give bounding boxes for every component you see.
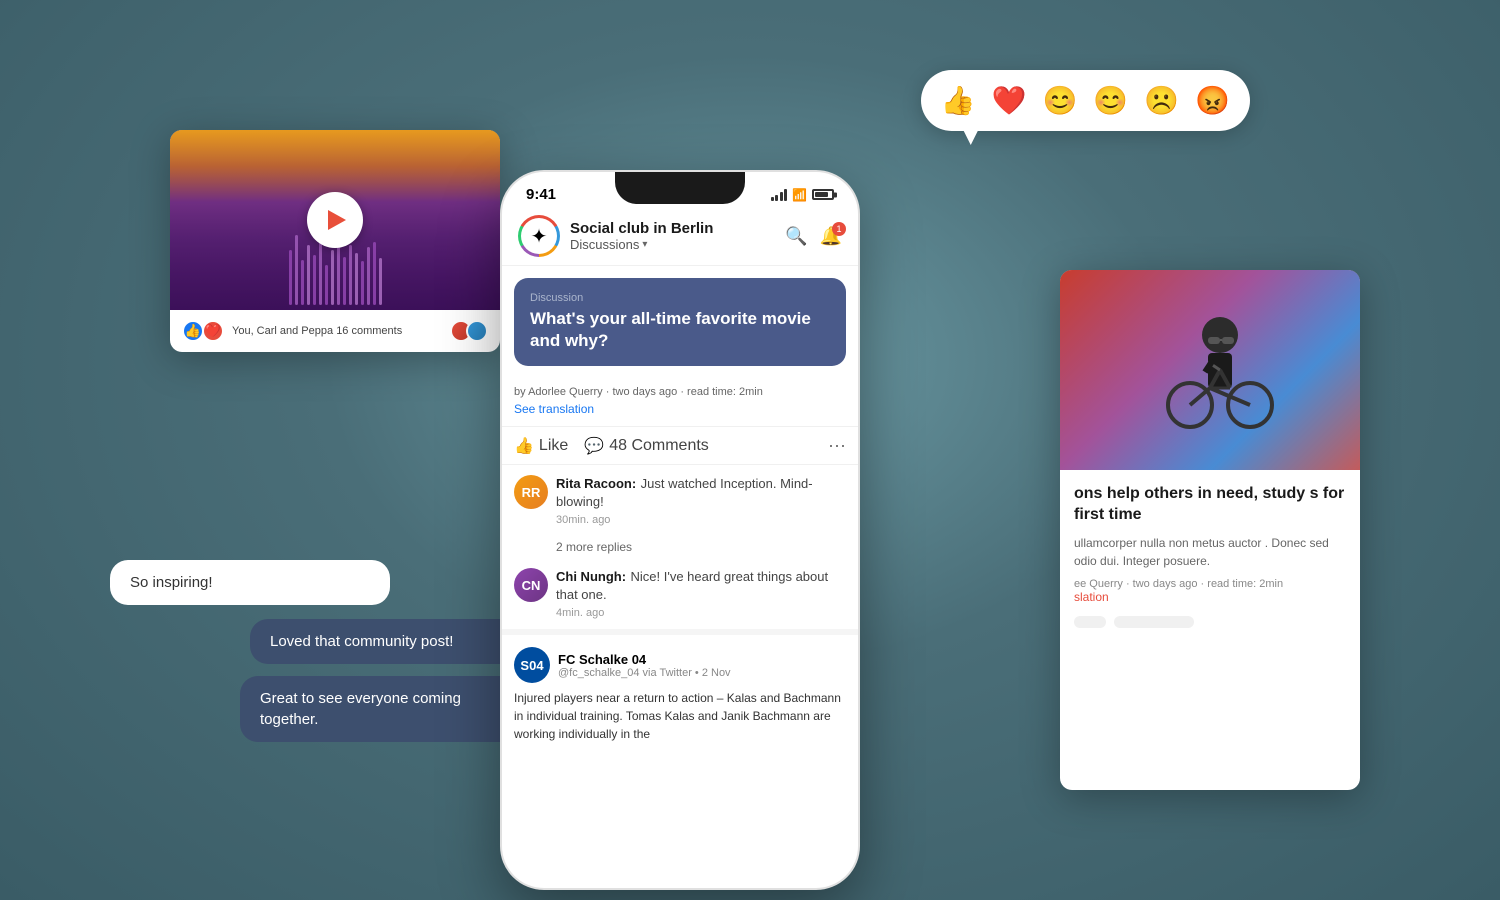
article-meta: ee Querry · two days ago · read time: 2m… — [1074, 578, 1346, 590]
more-options-button[interactable]: ··· — [828, 435, 846, 456]
comment-icon: 💬 — [584, 436, 604, 456]
thumbs-up-icon: 👍 — [182, 320, 204, 342]
twitter-post-header: S04 FC Schalke 04 @fc_schalke_04 via Twi… — [514, 647, 846, 683]
bubble-inspiring: So inspiring! — [110, 560, 390, 605]
article-title: ons help others in need, study s for fir… — [1074, 484, 1346, 526]
more-replies-link[interactable]: 2 more replies — [502, 536, 858, 558]
phone-device: 9:41 📶 ✦ Soci — [500, 170, 860, 890]
commenter-name-chi: Chi Nungh: — [556, 569, 626, 584]
status-icons: 📶 — [771, 188, 834, 202]
twitter-name: FC Schalke 04 — [558, 652, 731, 667]
discussion-label: Discussion — [530, 292, 830, 304]
wifi-icon: 📶 — [792, 188, 807, 202]
chi-avatar: CN — [514, 568, 548, 602]
article-content: ons help others in need, study s for fir… — [1060, 470, 1360, 642]
phone-content: Discussion What's your all-time favorite… — [502, 266, 858, 862]
chevron-down-icon: ▾ — [642, 239, 647, 250]
read-time: read time: 2min — [687, 386, 763, 398]
twitter-account-info: FC Schalke 04 @fc_schalke_04 via Twitter… — [558, 652, 731, 679]
header-subtitle[interactable]: Discussions ▾ — [570, 237, 785, 252]
footer-text: You, Carl and Peppa — [232, 325, 333, 337]
phone-screen: 9:41 📶 ✦ Soci — [500, 170, 860, 890]
biker-illustration — [1130, 300, 1290, 440]
notification-badge: 1 — [832, 222, 846, 236]
commenter-name-rita: Rita Racoon: — [556, 476, 636, 491]
heart-icon: ❤️ — [202, 320, 224, 342]
twitter-handle: @fc_schalke_04 via Twitter • 2 Nov — [558, 667, 731, 679]
status-time: 9:41 — [526, 186, 556, 203]
post-author: by Adorlee Querry — [514, 386, 603, 398]
discussion-card[interactable]: Discussion What's your all-time favorite… — [514, 278, 846, 366]
comments-button[interactable]: 💬 48 Comments — [584, 436, 709, 456]
twitter-post-text: Injured players near a return to action … — [514, 689, 846, 743]
like-button[interactable]: 👍 Like — [514, 436, 568, 456]
app-header: ✦ Social club in Berlin Discussions ▾ 🔍 … — [502, 207, 858, 266]
signal-icon — [771, 189, 788, 201]
thumbs-up-icon: 👍 — [514, 436, 534, 456]
rita-avatar: RR — [514, 475, 548, 509]
comment-body-chi: Chi Nungh: Nice! I've heard great things… — [556, 568, 846, 619]
post-meta-line: by Adorlee Querry · two days ago · read … — [502, 378, 858, 402]
right-pill-2 — [1114, 616, 1194, 628]
twitter-post: S04 FC Schalke 04 @fc_schalke_04 via Twi… — [502, 629, 858, 755]
notification-bell[interactable]: 🔔 1 — [820, 226, 842, 247]
discussion-title: What's your all-time favorite movie and … — [530, 308, 830, 352]
bubble-great: Great to see everyone coming together. — [240, 676, 520, 742]
group-name: Social club in Berlin — [570, 220, 785, 237]
battery-icon — [812, 189, 834, 200]
right-pill-1 — [1074, 616, 1106, 628]
comment-rita: RR Rita Racoon: Just watched Inception. … — [502, 465, 858, 536]
reaction-counts: 👍 ❤️ — [182, 320, 224, 342]
search-icon[interactable]: 🔍 — [785, 226, 807, 247]
wow-reaction[interactable]: 😊 — [1093, 84, 1128, 117]
bubble-inspiring-text: So inspiring! — [130, 574, 213, 591]
section-label: Discussions — [570, 237, 639, 252]
more-replies-text: 2 more replies — [556, 540, 632, 554]
comments-count: 16 comments — [336, 325, 402, 337]
comment-chi: CN Chi Nungh: Nice! I've heard great thi… — [502, 558, 858, 629]
play-button[interactable] — [307, 192, 363, 248]
right-article-card: ons help others in need, study s for fir… — [1060, 270, 1360, 790]
bubble-great-text: Great to see everyone coming together. — [260, 690, 461, 728]
chat-bubbles-area: So inspiring! Loved that community post!… — [110, 560, 520, 754]
video-thumbnail[interactable] — [170, 130, 500, 310]
post-time: two days ago — [612, 386, 677, 398]
sad-reaction[interactable]: ☹️ — [1144, 84, 1179, 117]
phone-notch — [615, 172, 745, 204]
right-action-bar — [1074, 616, 1346, 628]
video-post-card: 👍 ❤️ You, Carl and Peppa 16 comments — [170, 130, 500, 352]
comment-time-rita: 30min. ago — [556, 514, 846, 526]
like-label: Like — [539, 437, 568, 455]
commenter-avatar-2 — [466, 320, 488, 342]
comment-time-chi: 4min. ago — [556, 607, 846, 619]
group-avatar[interactable]: ✦ — [518, 215, 560, 257]
see-translation-link[interactable]: See translation — [502, 402, 858, 426]
comments-label: 48 Comments — [609, 437, 709, 455]
article-image — [1060, 270, 1360, 470]
heart-reaction[interactable]: ❤️ — [992, 84, 1027, 117]
header-actions: 🔍 🔔 1 — [785, 226, 842, 247]
right-see-translation-link[interactable]: slation — [1074, 590, 1346, 604]
header-text: Social club in Berlin Discussions ▾ — [570, 220, 785, 252]
bubble-loved: Loved that community post! — [250, 619, 520, 664]
emoji-reaction-bubble[interactable]: 👍 ❤️ 😊 😊 ☹️ 😡 — [921, 70, 1250, 131]
post-meta: You, Carl and Peppa 16 comments — [232, 325, 448, 337]
angry-reaction[interactable]: 😡 — [1195, 84, 1230, 117]
post-footer: 👍 ❤️ You, Carl and Peppa 16 comments — [170, 310, 500, 352]
bubble-loved-text: Loved that community post! — [270, 633, 453, 650]
commenter-avatars — [456, 320, 488, 342]
like-reaction[interactable]: 👍 — [941, 84, 976, 117]
post-action-bar: 👍 Like 💬 48 Comments ··· — [502, 426, 858, 465]
schalke-avatar: S04 — [514, 647, 550, 683]
article-body: ullamcorper nulla non metus auctor . Don… — [1074, 534, 1346, 570]
comment-body-rita: Rita Racoon: Just watched Inception. Min… — [556, 475, 846, 526]
haha-reaction[interactable]: 😊 — [1043, 84, 1078, 117]
